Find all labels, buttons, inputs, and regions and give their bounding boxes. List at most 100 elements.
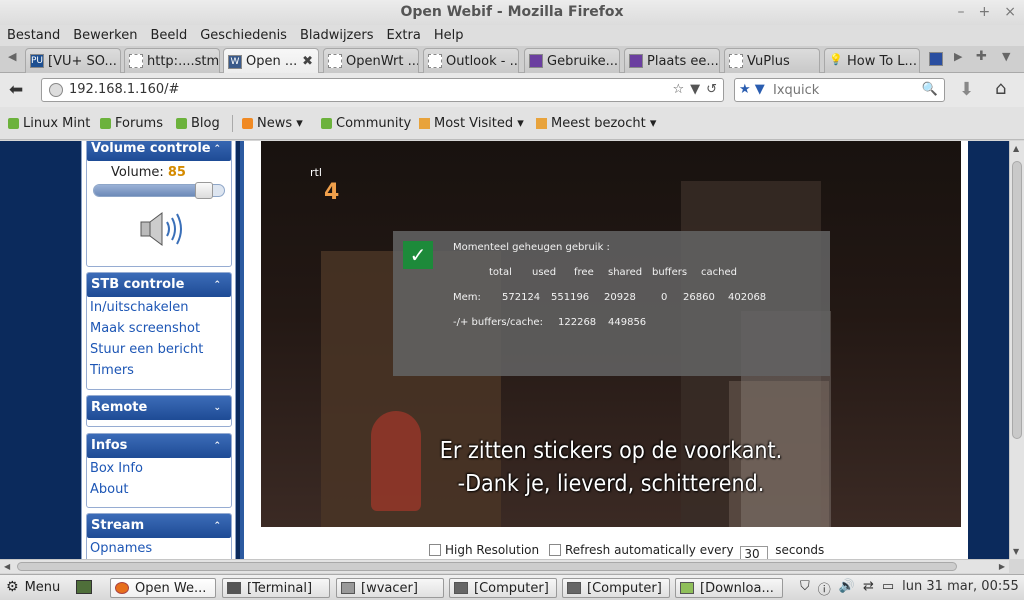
link-stuur-bericht[interactable]: Stuur een bericht: [87, 339, 231, 360]
reload-icon[interactable]: ↺: [706, 79, 717, 101]
link-maak-screenshot[interactable]: Maak screenshot: [87, 318, 231, 339]
tab-scroll-left-icon[interactable]: ◀: [8, 50, 16, 63]
link-in-uitschakelen[interactable]: In/uitschakelen: [87, 297, 231, 318]
osd-header: shared: [608, 267, 643, 278]
start-menu-button[interactable]: ⚙ Menu: [6, 579, 60, 595]
menu-beeld[interactable]: Beeld: [150, 25, 187, 46]
menu-bestand[interactable]: Bestand: [7, 25, 60, 46]
network-icon[interactable]: ⇄: [863, 579, 874, 598]
task-computer-1[interactable]: [Computer]: [449, 578, 557, 598]
url-text[interactable]: 192.168.1.160/#: [69, 79, 179, 101]
bookmark-star-icon[interactable]: ☆: [672, 79, 684, 101]
back-arrow-icon[interactable]: ⬅: [9, 80, 23, 100]
battery-icon[interactable]: ▭: [882, 579, 894, 598]
bookmark-news[interactable]: News ▾: [242, 116, 303, 131]
collapse-arrow-icon[interactable]: ⌃: [213, 434, 221, 458]
mint-leaf-icon: [100, 118, 111, 129]
menu-geschiedenis[interactable]: Geschiedenis: [200, 25, 287, 46]
task-computer-2[interactable]: [Computer]: [562, 578, 670, 598]
bookmark-label: News ▾: [257, 116, 303, 131]
bookmark-label: Blog: [191, 116, 220, 131]
show-desktop-icon[interactable]: [76, 580, 92, 594]
volume-panel-header[interactable]: Volume controle ⌃: [87, 141, 231, 161]
bookmark-label: Forums: [115, 116, 163, 131]
menu-bladwijzers[interactable]: Bladwijzers: [300, 25, 374, 46]
clock[interactable]: lun 31 mar, 00:55: [902, 579, 1019, 598]
search-bar[interactable]: ★ ▼ 🔍: [734, 78, 945, 102]
infos-panel-header[interactable]: Infos ⌃: [87, 434, 231, 458]
bookmark-community[interactable]: Community: [321, 116, 411, 131]
download-icon[interactable]: ⬇: [959, 79, 974, 100]
home-icon[interactable]: ⌂: [995, 78, 1006, 99]
tab-openwrt[interactable]: OpenWrt ...: [323, 48, 419, 73]
task-firefox[interactable]: Open We...: [110, 578, 216, 598]
vertical-scrollbar[interactable]: ▲ ▼: [1009, 141, 1024, 559]
speaker-volume-icon[interactable]: 🔊: [839, 579, 855, 598]
bookmark-linux-mint[interactable]: Linux Mint: [8, 116, 90, 131]
tab-plaats[interactable]: Plaats ee...: [624, 48, 720, 73]
link-opnames[interactable]: Opnames: [87, 538, 231, 559]
firefox-icon: [115, 582, 129, 594]
close-button[interactable]: ×: [1004, 0, 1016, 25]
horizontal-scrollbar[interactable]: ◀ ▶: [0, 559, 1009, 573]
collapse-arrow-icon[interactable]: ⌃: [213, 141, 221, 161]
menu-help[interactable]: Help: [434, 25, 464, 46]
scroll-right-icon[interactable]: ▶: [999, 562, 1005, 571]
info-icon[interactable]: ⓘ: [818, 579, 831, 598]
link-about[interactable]: About: [87, 479, 231, 500]
osd-value: 26860: [683, 292, 715, 303]
collapse-arrow-icon[interactable]: ⌃: [213, 273, 221, 297]
scroll-down-icon[interactable]: ▼: [1013, 547, 1019, 556]
tab-vu-solo[interactable]: PU [VU+ SO...: [25, 48, 121, 73]
bookmark-forums[interactable]: Forums: [100, 116, 163, 131]
tab-list-icon[interactable]: ▼: [1002, 50, 1010, 63]
task-downloads[interactable]: [Downloa...: [675, 578, 783, 598]
volume-slider-thumb[interactable]: [194, 182, 213, 199]
url-history-dropdown-icon[interactable]: ▼: [690, 79, 700, 101]
osd-header: buffers: [652, 267, 688, 278]
task-terminal[interactable]: [Terminal]: [222, 578, 330, 598]
task-wvacer[interactable]: [wvacer]: [336, 578, 444, 598]
stream-panel-header[interactable]: Stream ⌃: [87, 514, 231, 538]
tab-outlook[interactable]: Outlook - ...: [423, 48, 519, 73]
search-icon[interactable]: 🔍: [922, 79, 938, 101]
scroll-up-icon[interactable]: ▲: [1013, 144, 1019, 153]
horizontal-scroll-thumb[interactable]: [17, 562, 957, 571]
bookmark-separator: [232, 115, 233, 132]
tab-open-webif[interactable]: W Open ... ✖: [223, 48, 319, 74]
tab-label: http:....stm: [147, 53, 219, 69]
tab-http[interactable]: http:....stm: [124, 48, 220, 73]
osd-value: 449856: [608, 317, 647, 328]
menu-bewerken[interactable]: Bewerken: [73, 25, 137, 46]
tab-partial-favicon-icon[interactable]: [929, 52, 943, 66]
minimize-button[interactable]: –: [958, 0, 965, 25]
shield-icon[interactable]: ⛉: [800, 579, 810, 598]
url-bar[interactable]: 192.168.1.160/# ☆ ▼ ↺: [41, 78, 724, 102]
high-resolution-checkbox[interactable]: [429, 544, 441, 556]
vertical-scroll-thumb[interactable]: [1012, 161, 1022, 439]
bookmark-blog[interactable]: Blog: [176, 116, 220, 131]
tab-gebruiker[interactable]: Gebruike...: [524, 48, 620, 73]
tab-vuplus[interactable]: VuPlus: [724, 48, 820, 73]
tab-howto[interactable]: 💡 How To L...: [824, 48, 920, 73]
bookmark-meest-bezocht[interactable]: Meest bezocht ▾: [536, 116, 656, 131]
speaker-icon[interactable]: [137, 210, 185, 248]
search-input[interactable]: [773, 81, 923, 99]
auto-refresh-checkbox[interactable]: [548, 544, 561, 556]
new-tab-icon[interactable]: ✚: [976, 49, 987, 64]
search-engine-icon[interactable]: ★ ▼: [739, 79, 765, 101]
tab-close-icon[interactable]: ✖: [302, 54, 313, 69]
tab-scroll-right-icon[interactable]: ▶: [954, 50, 962, 63]
refresh-interval-input[interactable]: 30: [740, 546, 769, 559]
stb-panel-header[interactable]: STB controle ⌃: [87, 273, 231, 297]
scroll-left-icon[interactable]: ◀: [4, 562, 10, 571]
collapse-arrow-icon[interactable]: ⌃: [213, 514, 221, 538]
expand-arrow-icon[interactable]: ⌄: [213, 396, 221, 420]
menu-extra[interactable]: Extra: [387, 25, 421, 46]
remote-panel-header[interactable]: Remote ⌄: [87, 396, 231, 420]
bookmark-most-visited[interactable]: Most Visited ▾: [419, 116, 524, 131]
maximize-button[interactable]: +: [979, 0, 991, 25]
link-timers[interactable]: Timers: [87, 360, 231, 381]
panel-title: Infos: [91, 438, 128, 453]
link-box-info[interactable]: Box Info: [87, 458, 231, 479]
